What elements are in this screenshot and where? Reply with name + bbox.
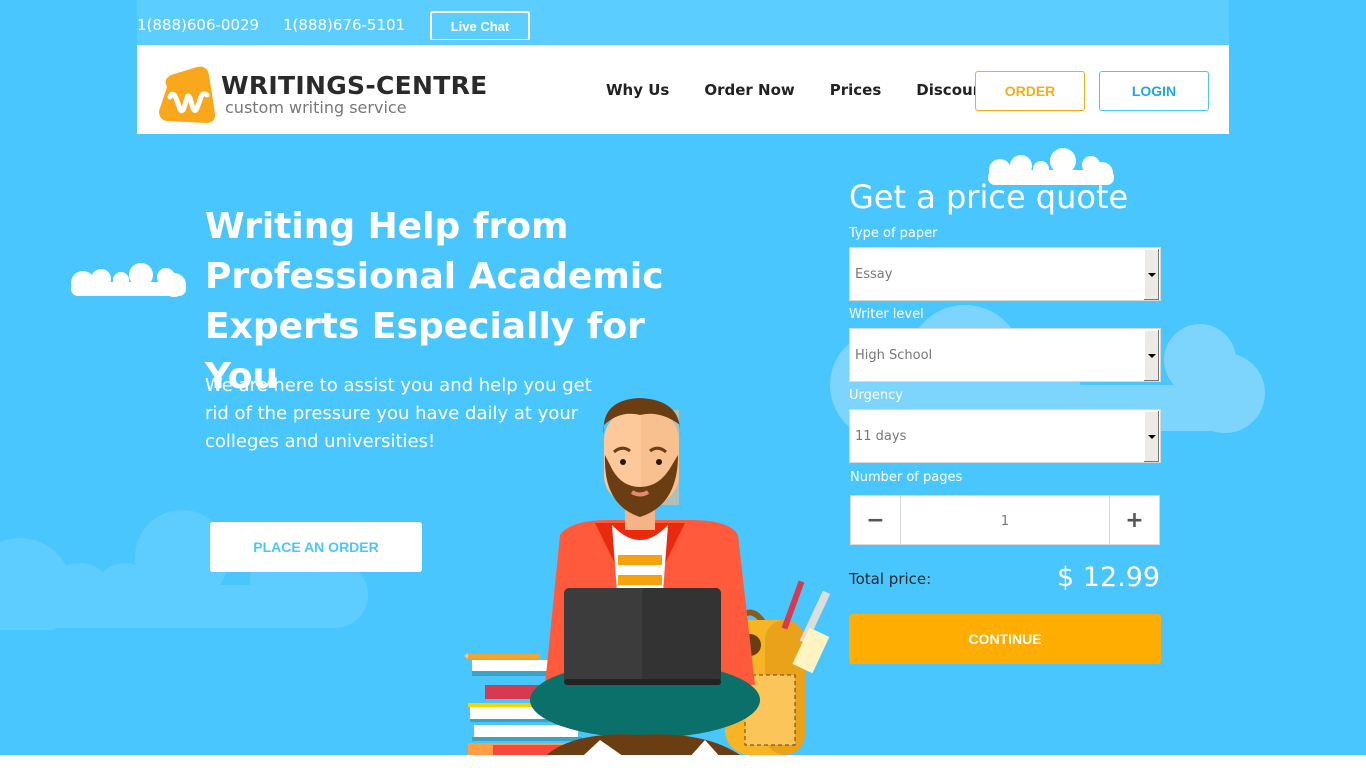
urgency-select[interactable]: 11 days [849,409,1161,463]
hero-title-line: Professional Academic [205,256,664,297]
dropdown-arrow-icon[interactable] [1143,249,1159,300]
place-an-order-button[interactable]: PLACE AN ORDER [210,522,422,572]
total-price-value: $ 12.99 [1057,562,1161,593]
student-with-laptop-illustration [464,398,831,768]
site-header: WRITINGS-CENTRE custom writing service W… [137,45,1229,134]
paper-type-select[interactable]: Essay [849,247,1161,301]
small-cloud-left [71,263,186,297]
logo-name: WRITINGS-CENTRE [221,71,488,100]
writer-level-value: High School [855,348,933,363]
main-nav: Why Us Order Now Prices Discounts [606,81,1034,99]
laptop-icon [564,588,721,685]
dropdown-arrow-icon[interactable] [1143,330,1159,381]
student-figure [530,398,760,768]
phone-number-1[interactable]: 1(888)606-0029 [137,16,259,34]
site-logo[interactable]: WRITINGS-CENTRE custom writing service [157,65,488,125]
order-button[interactable]: ORDER [975,71,1085,111]
dropdown-arrow-icon[interactable] [1143,411,1159,462]
urgency-label: Urgency [849,388,903,403]
login-button[interactable]: LOGIN [1099,71,1209,111]
live-chat-button[interactable]: Live Chat [430,11,530,41]
writer-level-select[interactable]: High School [849,328,1161,382]
page-bottom-section [0,755,1366,768]
continue-button[interactable]: CONTINUE [849,614,1161,664]
top-contact-bar: 1(888)606-0029 1(888)676-5101 Live Chat [137,0,1229,41]
pages-stepper: − 1 + [850,495,1160,545]
nav-order-now[interactable]: Order Now [704,81,794,99]
writer-level-label: Writer level [849,307,924,322]
plus-icon[interactable]: + [1109,496,1159,544]
phone-number-2[interactable]: 1(888)676-5101 [283,16,405,34]
w-triangle-logo-icon [159,66,216,123]
nav-prices[interactable]: Prices [830,81,882,99]
total-price-label: Total price: [849,570,932,588]
paper-type-label: Type of paper [849,226,938,241]
urgency-value: 11 days [855,429,907,444]
logo-tagline: custom writing service [225,98,407,117]
hero-title-line: Writing Help from [205,206,569,247]
quote-title: Get a price quote [849,178,1129,216]
nav-why-us[interactable]: Why Us [606,81,669,99]
pages-label: Number of pages [850,470,963,485]
pages-input[interactable]: 1 [901,496,1109,544]
minus-icon[interactable]: − [851,496,901,544]
paper-type-value: Essay [855,267,893,282]
